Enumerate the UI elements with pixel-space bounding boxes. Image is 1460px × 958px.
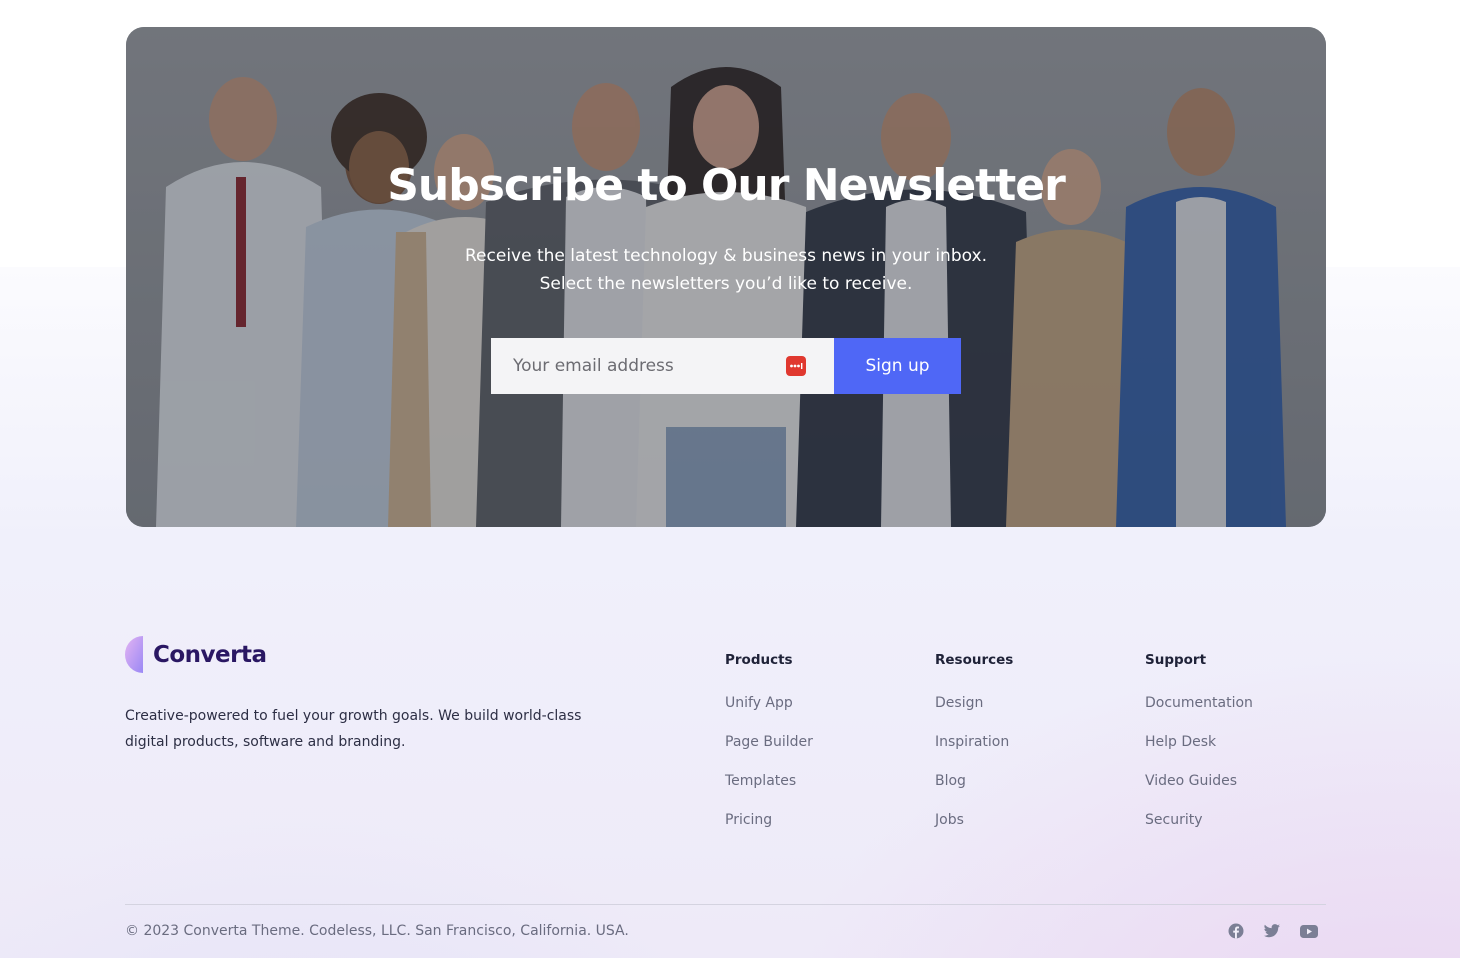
newsletter-subtitle-line2: Select the newsletters you’d like to rec… [539, 274, 913, 294]
footer-link-templates[interactable]: Templates [725, 771, 905, 810]
brand-description: Creative-powered to fuel your growth goa… [125, 708, 582, 750]
column-heading: Resources [935, 652, 1014, 668]
newsletter-title: Subscribe to Our Newsletter [387, 160, 1066, 211]
newsletter-subtitle-line1: Receive the latest technology & business… [465, 246, 987, 266]
footer-link-page-builder[interactable]: Page Builder [725, 732, 905, 771]
column-heading: Support [1145, 652, 1207, 668]
newsletter-subtitle: Receive the latest technology & business… [126, 242, 1326, 298]
footer-link-unify-app[interactable]: Unify App [725, 693, 905, 732]
footer-column-support: Support Documentation Help Desk Video Gu… [1145, 650, 1325, 849]
footer-divider [125, 904, 1326, 905]
email-input[interactable] [491, 338, 834, 394]
copyright-text: © 2023 Converta Theme. Codeless, LLC. Sa… [125, 923, 629, 939]
footer-link-video-guides[interactable]: Video Guides [1145, 771, 1325, 810]
newsletter-section: Subscribe to Our Newsletter Receive the … [126, 27, 1326, 527]
footer-logo[interactable]: Converta [125, 636, 267, 673]
youtube-icon[interactable] [1299, 921, 1319, 941]
footer-link-jobs[interactable]: Jobs [935, 810, 1115, 849]
brand-name: Converta [153, 641, 267, 668]
email-field [491, 338, 834, 394]
footer-link-documentation[interactable]: Documentation [1145, 693, 1325, 732]
footer-link-help-desk[interactable]: Help Desk [1145, 732, 1325, 771]
column-heading: Products [725, 652, 793, 668]
footer-column-resources: Resources Design Inspiration Blog Jobs [935, 650, 1115, 849]
footer-link-inspiration[interactable]: Inspiration [935, 732, 1115, 771]
converta-logo-icon [125, 636, 143, 673]
footer-column-products: Products Unify App Page Builder Template… [725, 650, 905, 849]
footer-link-pricing[interactable]: Pricing [725, 810, 905, 849]
signup-button[interactable]: Sign up [834, 338, 961, 394]
footer-link-blog[interactable]: Blog [935, 771, 1115, 810]
footer-link-design[interactable]: Design [935, 693, 1115, 732]
password-manager-icon[interactable] [786, 356, 806, 376]
footer-link-security[interactable]: Security [1145, 810, 1325, 849]
twitter-icon[interactable] [1262, 921, 1282, 941]
subscribe-form: Sign up [491, 338, 961, 394]
facebook-icon[interactable] [1226, 921, 1246, 941]
